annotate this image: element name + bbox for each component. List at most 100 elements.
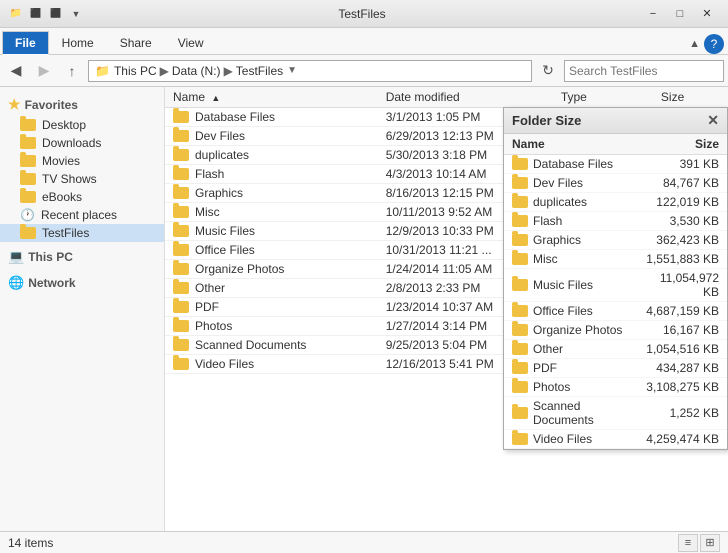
search-box[interactable]: 🔍 (564, 60, 724, 82)
title-bar: 📁 ⬛ ⬛ ▼ TestFiles − □ ✕ (0, 0, 728, 28)
popup-table-row[interactable]: Video Files 4,259,474 KB (504, 430, 727, 449)
popup-table-row[interactable]: Music Files 11,054,972 KB (504, 269, 727, 302)
popup-table-row[interactable]: PDF 434,287 KB (504, 359, 727, 378)
forward-button[interactable]: ▶ (32, 59, 56, 83)
folder-icon (173, 187, 189, 199)
maximize-button[interactable]: □ (667, 4, 693, 24)
popup-table-row[interactable]: Flash 3,530 KB (504, 212, 727, 231)
folder-icon (173, 130, 189, 142)
file-name: Graphics (195, 186, 243, 200)
path-folder-icon: 📁 (95, 64, 110, 78)
popup-table-body: Database Files 391 KB Dev Files 84,767 K… (504, 155, 727, 449)
file-name: duplicates (195, 148, 249, 162)
col-header-type[interactable]: Type (553, 87, 653, 108)
popup-table-row[interactable]: Misc 1,551,883 KB (504, 250, 727, 269)
popup-folder-name: Photos (533, 380, 570, 394)
sidebar-favorites-header[interactable]: ★ Favorites (0, 93, 164, 116)
back-button[interactable]: ◀ (4, 59, 28, 83)
folder-icon (173, 206, 189, 218)
sidebar-item-recent[interactable]: 🕐 Recent places (0, 206, 164, 224)
sort-arrow: ▲ (211, 93, 220, 103)
popup-close-button[interactable]: ✕ (707, 112, 719, 129)
popup-folder-name: Music Files (533, 278, 593, 292)
folder-icon (173, 168, 189, 180)
path-testfiles: TestFiles (236, 64, 283, 78)
col-header-size[interactable]: Size (653, 87, 728, 108)
sidebar-network-section: 🌐 Network (0, 272, 164, 294)
col-header-name[interactable]: Name ▲ (165, 87, 378, 108)
folder-icon (173, 225, 189, 237)
item-count: 14 items (8, 536, 53, 550)
address-path[interactable]: 📁 This PC ▶ Data (N:) ▶ TestFiles ▼ (88, 60, 532, 82)
folder-icon (20, 173, 36, 185)
folder-icon (512, 196, 528, 208)
popup-table-row[interactable]: Scanned Documents 1,252 KB (504, 397, 727, 430)
popup-folder-name: Flash (533, 214, 562, 228)
file-name: Video Files (195, 357, 254, 371)
folder-icon (173, 301, 189, 313)
col-header-date[interactable]: Date modified (378, 87, 553, 108)
popup-table-row[interactable]: Dev Files 84,767 KB (504, 174, 727, 193)
popup-table-row[interactable]: Database Files 391 KB (504, 155, 727, 174)
dropdown-icon[interactable]: ▼ (68, 6, 84, 22)
sidebar-thispc-header[interactable]: 💻 This PC (0, 246, 164, 268)
folder-icon (512, 177, 528, 189)
file-name: Dev Files (195, 129, 245, 143)
popup-table-row[interactable]: duplicates 122,019 KB (504, 193, 727, 212)
close-button[interactable]: ✕ (694, 4, 720, 24)
folder-icon (20, 119, 36, 131)
help-button[interactable]: ? (704, 34, 724, 54)
folder-icon (512, 305, 528, 317)
popup-folder-name: Office Files (533, 304, 593, 318)
window-title: TestFiles (84, 7, 640, 21)
sidebar-item-ebooks[interactable]: eBooks (0, 188, 164, 206)
file-name: Flash (195, 167, 224, 181)
folder-icon (173, 111, 189, 123)
network-icon: 🌐 (8, 275, 24, 291)
popup-table-header: Name Size (504, 134, 727, 155)
sidebar-item-tvshows[interactable]: TV Shows (0, 170, 164, 188)
file-name: PDF (195, 300, 219, 314)
view-list-button[interactable]: ≡ (678, 534, 698, 552)
folder-icon (20, 227, 36, 239)
ribbon-tabs: File Home Share View ▲ ? (0, 28, 728, 54)
refresh-button[interactable]: ↻ (536, 59, 560, 83)
search-input[interactable] (569, 64, 724, 78)
sidebar-item-label: Desktop (42, 118, 86, 132)
ribbon-expand-icon[interactable]: ▲ (689, 38, 700, 50)
view-icons: ≡ ⊞ (678, 534, 720, 552)
folder-icon (512, 362, 528, 374)
popup-table-row[interactable]: Office Files 4,687,159 KB (504, 302, 727, 321)
popup-table-row[interactable]: Other 1,054,516 KB (504, 340, 727, 359)
up-button[interactable]: ↑ (60, 59, 84, 83)
folder-icon (173, 358, 189, 370)
popup-table-row[interactable]: Organize Photos 16,167 KB (504, 321, 727, 340)
content-area: Name ▲ Date modified Type Size Database … (165, 87, 728, 531)
sidebar-item-label: TV Shows (42, 172, 97, 186)
file-name: Database Files (195, 110, 275, 124)
folder-icon (20, 155, 36, 167)
sidebar-item-label: Downloads (42, 136, 101, 150)
folder-icon (512, 158, 528, 170)
sidebar-item-movies[interactable]: Movies (0, 152, 164, 170)
tab-view[interactable]: View (165, 31, 217, 54)
sidebar-item-downloads[interactable]: Downloads (0, 134, 164, 152)
popup-table-row[interactable]: Photos 3,108,275 KB (504, 378, 727, 397)
sidebar-network-header[interactable]: 🌐 Network (0, 272, 164, 294)
folder-icon (512, 343, 528, 355)
folder-icon (512, 253, 528, 265)
minimize-button[interactable]: − (640, 4, 666, 24)
sidebar-favorites-label: Favorites (25, 98, 78, 112)
tab-file[interactable]: File (2, 31, 49, 55)
recent-icon: 🕐 (20, 208, 35, 222)
path-data: Data (N:) (172, 64, 221, 78)
file-name: Office Files (195, 243, 255, 257)
tab-share[interactable]: Share (107, 31, 165, 54)
sidebar-item-desktop[interactable]: Desktop (0, 116, 164, 134)
title-bar-icons: 📁 ⬛ ⬛ ▼ (8, 6, 84, 22)
view-details-button[interactable]: ⊞ (700, 534, 720, 552)
popup-folder-name: duplicates (533, 195, 587, 209)
popup-table-row[interactable]: Graphics 362,423 KB (504, 231, 727, 250)
sidebar-item-testfiles[interactable]: TestFiles (0, 224, 164, 242)
tab-home[interactable]: Home (49, 31, 107, 54)
